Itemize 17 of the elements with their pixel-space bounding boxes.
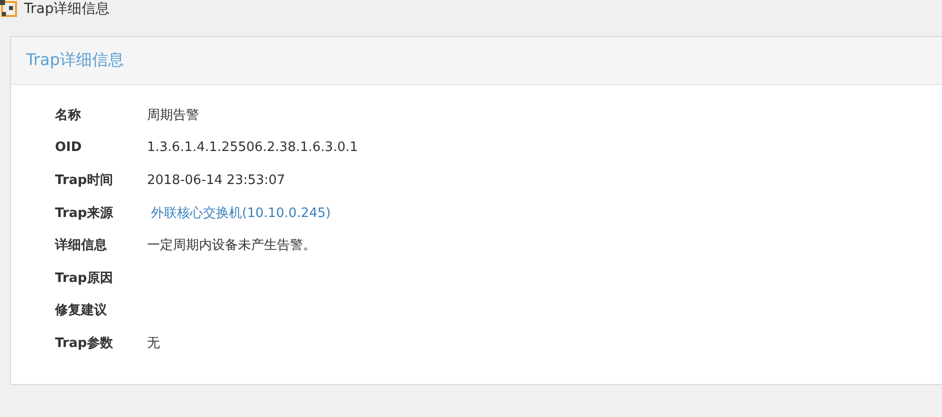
field-label: Trap参数 bbox=[55, 334, 114, 352]
page-title: Trap详细信息 bbox=[24, 0, 110, 18]
app-icon bbox=[0, 0, 20, 18]
panel-title: Trap详细信息 bbox=[26, 50, 124, 71]
field-value: 一定周期内设备未产生告警。 bbox=[147, 237, 316, 254]
field-label: Trap原因 bbox=[55, 270, 114, 287]
field-value: 1.3.6.1.4.1.25506.2.38.1.6.3.0.1 bbox=[147, 140, 358, 156]
field-label: 修复建议 bbox=[55, 302, 108, 320]
field-label: Trap来源 bbox=[55, 204, 114, 222]
field-label: OID bbox=[55, 140, 83, 156]
source-link[interactable]: 外联核心交换机(10.10.0.245) bbox=[151, 204, 331, 222]
field-label: Trap时间 bbox=[55, 172, 114, 190]
field-label: 详细信息 bbox=[55, 236, 108, 254]
field-value: 周期告警 bbox=[147, 107, 199, 124]
field-value: 无 bbox=[147, 334, 160, 352]
field-value: 2018-06-14 23:53:07 bbox=[147, 172, 286, 188]
field-label: 名称 bbox=[55, 107, 82, 124]
